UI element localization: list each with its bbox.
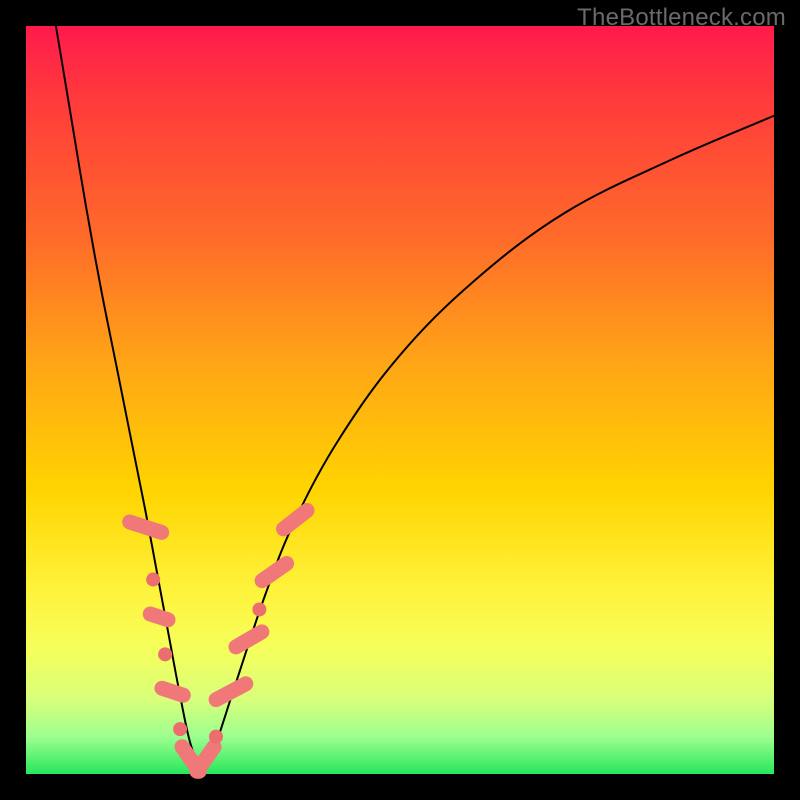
curve-marker-pill — [141, 605, 178, 630]
curve-marker-pill — [226, 622, 272, 657]
curve-marker-dot — [209, 730, 223, 744]
curve-marker-pill — [252, 553, 297, 591]
marker-layer — [120, 500, 317, 782]
curve-marker-pill — [206, 674, 256, 710]
curve-marker-dot — [158, 647, 172, 661]
curve-marker-dot — [173, 722, 187, 736]
chart-svg — [26, 26, 774, 774]
chart-plot-area — [26, 26, 774, 774]
curve-marker-dot — [146, 573, 160, 587]
watermark-text: TheBottleneck.com — [577, 4, 786, 32]
curve-marker-pill — [273, 500, 318, 539]
curve-marker-pill — [153, 679, 193, 705]
curve-marker-dot — [252, 602, 266, 616]
